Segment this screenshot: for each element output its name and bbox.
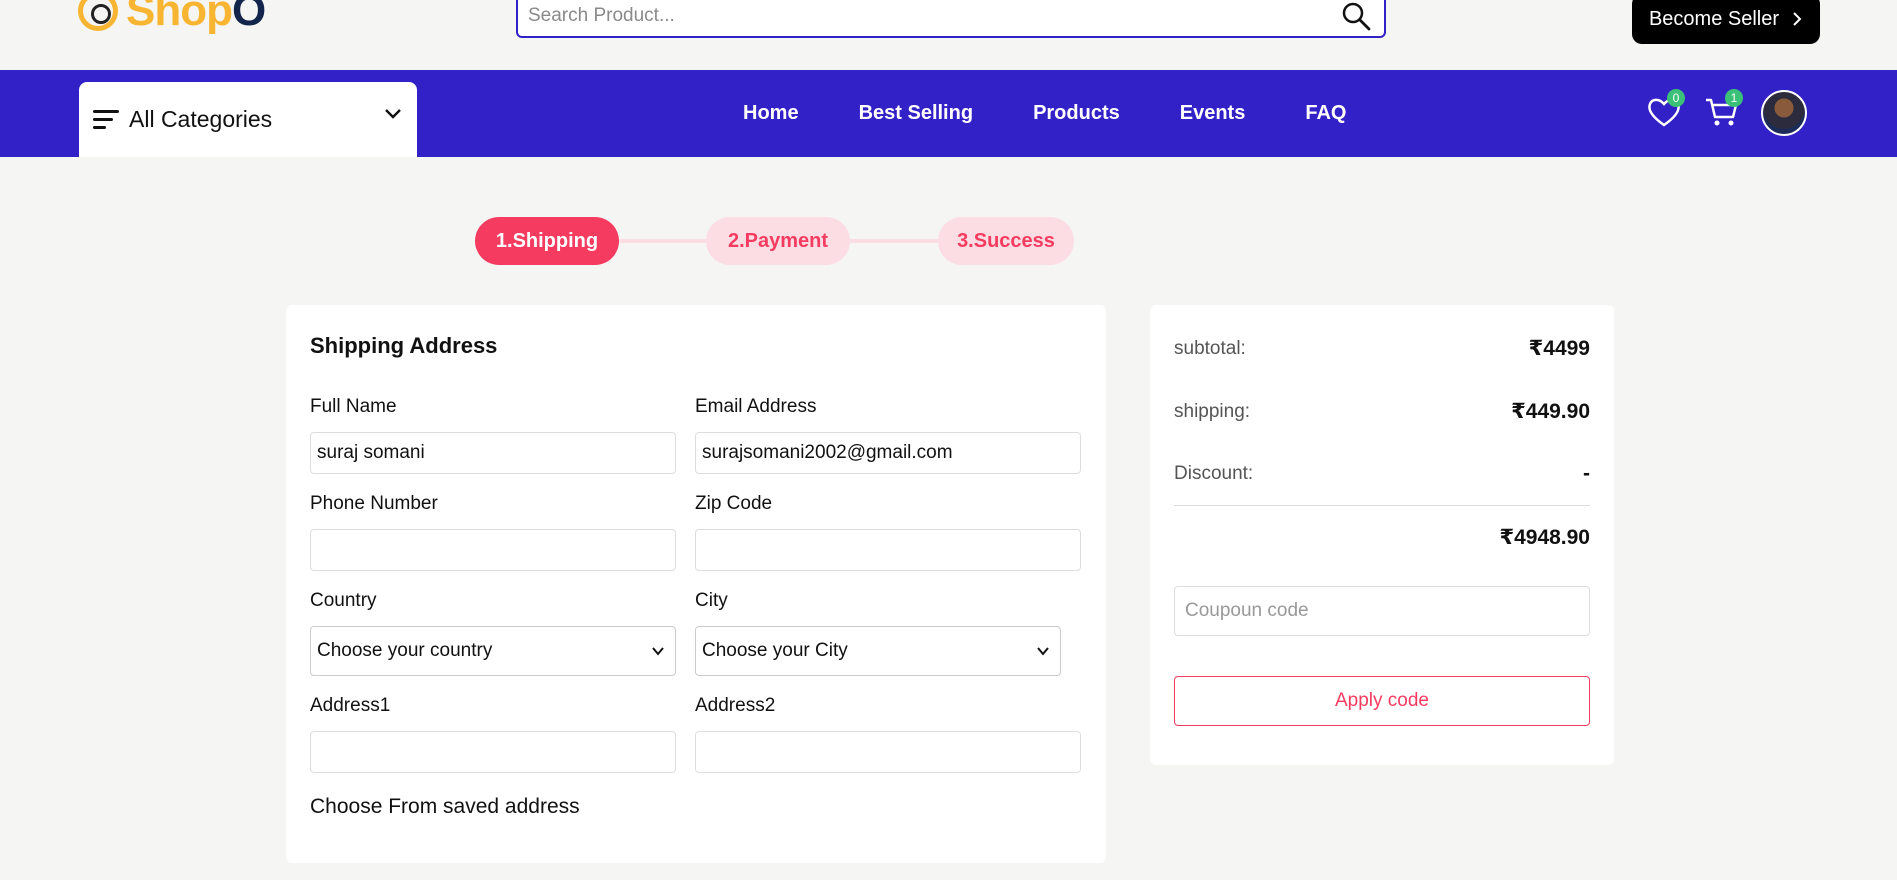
cart-button[interactable]: 1 <box>1703 89 1743 133</box>
discount-row: Discount: - <box>1174 462 1590 486</box>
logo-icon <box>78 0 118 31</box>
address1-field[interactable] <box>310 731 676 773</box>
step-connector <box>845 239 945 243</box>
shipping-address-title: Shipping Address <box>310 333 498 358</box>
summary-divider <box>1174 505 1590 506</box>
coupon-code-input[interactable]: Coupoun code <box>1174 586 1590 636</box>
chevron-right-icon <box>1793 12 1802 26</box>
shipping-value: ₹449.90 <box>1511 400 1590 423</box>
top-header: ShopO Become Seller <box>0 0 1897 70</box>
nav-links: Home Best Selling Products Events FAQ <box>743 70 1346 157</box>
full-name-field[interactable]: suraj somani <box>310 432 676 474</box>
address1-label: Address1 <box>310 695 391 716</box>
logo[interactable]: Shop O <box>78 0 266 36</box>
search-input[interactable] <box>518 0 1298 36</box>
discount-label: Discount: <box>1174 463 1254 484</box>
main-navbar: All Categories Home Best Selling Product… <box>0 70 1897 157</box>
zip-code-label: Zip Code <box>695 493 773 514</box>
city-label: City <box>695 590 728 611</box>
total-row: ₹4948.90 <box>1174 525 1590 550</box>
step-connector <box>615 239 715 243</box>
nav-link-faq[interactable]: FAQ <box>1305 102 1346 125</box>
apply-code-button[interactable]: Apply code <box>1174 676 1590 726</box>
nav-link-products[interactable]: Products <box>1033 102 1120 125</box>
shipping-address-card: Shipping Address Full Name suraj somani … <box>286 305 1106 863</box>
total-value: ₹4948.90 <box>1499 526 1590 549</box>
checkout-steps: 1.Shipping 2.Payment 3.Success <box>475 217 1075 265</box>
become-seller-button[interactable]: Become Seller <box>1632 0 1820 44</box>
phone-number-label: Phone Number <box>310 493 438 514</box>
logo-text-shop: Shop <box>126 0 233 35</box>
city-select[interactable]: Choose your City <box>695 626 1061 676</box>
become-seller-label: Become Seller <box>1648 7 1780 30</box>
discount-value: - <box>1583 462 1590 485</box>
nav-link-home[interactable]: Home <box>743 102 799 125</box>
phone-number-field[interactable] <box>310 529 676 571</box>
search-bar <box>516 0 1386 38</box>
cart-count-badge: 1 <box>1725 89 1743 107</box>
order-summary-card: subtotal: ₹4499 shipping: ₹449.90 Discou… <box>1150 305 1614 765</box>
country-label: Country <box>310 590 377 611</box>
logo-text-o: O <box>231 0 266 35</box>
nav-link-best-selling[interactable]: Best Selling <box>859 102 973 125</box>
chevron-down-icon <box>385 109 401 119</box>
email-address-label: Email Address <box>695 396 817 417</box>
subtotal-value: ₹4499 <box>1528 337 1590 360</box>
nav-icons: 0 1 <box>1645 89 1807 136</box>
wishlist-count-badge: 0 <box>1667 89 1685 107</box>
full-name-label: Full Name <box>310 396 397 417</box>
email-address-field[interactable]: surajsomani2002@gmail.com <box>695 432 1081 474</box>
city-selected-value: Choose your City <box>702 640 848 661</box>
wishlist-button[interactable]: 0 <box>1645 89 1685 133</box>
all-categories-dropdown[interactable]: All Categories <box>79 82 417 157</box>
address2-field[interactable] <box>695 731 1081 773</box>
address2-label: Address2 <box>695 695 776 716</box>
country-select[interactable]: Choose your country <box>310 626 676 676</box>
menu-icon <box>93 109 119 130</box>
chevron-down-icon <box>1037 647 1049 656</box>
chevron-down-icon <box>652 647 664 656</box>
user-avatar[interactable] <box>1761 90 1807 136</box>
country-selected-value: Choose your country <box>317 640 493 661</box>
search-icon[interactable] <box>1340 0 1372 32</box>
shipping-row: shipping: ₹449.90 <box>1174 399 1590 424</box>
subtotal-row: subtotal: ₹4499 <box>1174 336 1590 361</box>
step-shipping: 1.Shipping <box>475 217 619 265</box>
shipping-label: shipping: <box>1174 400 1251 422</box>
choose-saved-address-link[interactable]: Choose From saved address <box>310 795 580 819</box>
zip-code-field[interactable] <box>695 529 1081 571</box>
subtotal-label: subtotal: <box>1174 337 1246 359</box>
all-categories-label: All Categories <box>129 106 273 132</box>
step-payment: 2.Payment <box>706 217 850 265</box>
step-success: 3.Success <box>938 217 1074 265</box>
nav-link-events[interactable]: Events <box>1180 102 1246 125</box>
